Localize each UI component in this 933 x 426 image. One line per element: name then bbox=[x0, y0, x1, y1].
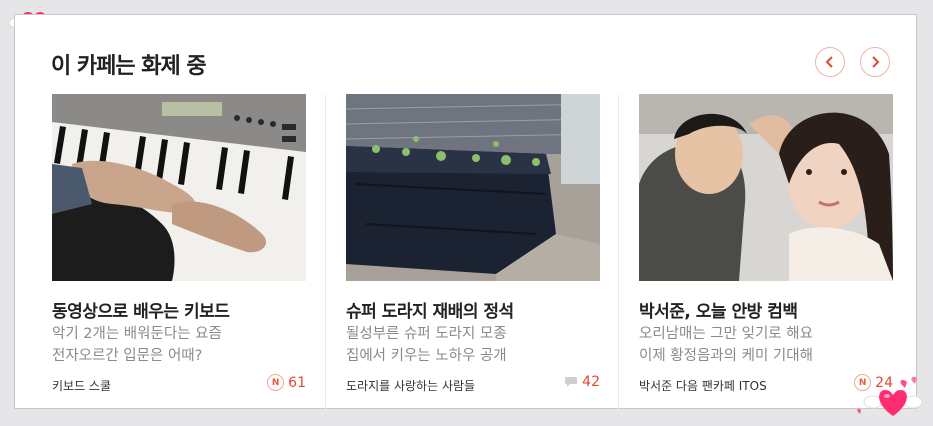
card-stats: 42 bbox=[564, 374, 600, 390]
comment-count: 42 bbox=[582, 374, 600, 390]
comment-icon bbox=[565, 377, 578, 387]
card-description: 될성부른 슈퍼 도라지 모종 집에서 키우는 노하우 공개 bbox=[346, 326, 507, 364]
cafe-card[interactable]: 슈퍼 도라지 재배의 정석 될성부른 슈퍼 도라지 모종 집에서 키우는 노하우… bbox=[346, 94, 600, 393]
cafe-card[interactable]: 동영상으로 배우는 키보드 악기 2개는 배워둔다는 요즘 전자오르간 입문은 … bbox=[52, 94, 306, 393]
cafe-source[interactable]: 도라지를 사랑하는 사람들 bbox=[346, 377, 475, 394]
visit-count: 61 bbox=[288, 374, 306, 391]
bellflower-planting-photo[interactable] bbox=[346, 94, 600, 281]
chevron-left-icon bbox=[825, 56, 833, 68]
keyboard-photo[interactable] bbox=[52, 94, 306, 281]
cafe-card[interactable]: 박서준, 오늘 안방 컴백 오리남매는 그만 잊기로 해요 이제 황정음과의 케… bbox=[639, 94, 893, 393]
card-description: 악기 2개는 배워둔다는 요즘 전자오르간 입문은 어때? bbox=[52, 326, 222, 364]
card-stats: N 61 bbox=[267, 374, 306, 391]
card-title[interactable]: 동영상으로 배우는 키보드 bbox=[52, 297, 230, 322]
divider bbox=[325, 94, 326, 410]
card-description: 오리남매는 그만 잊기로 해요 이제 황정음과의 케미 기대해 bbox=[639, 326, 813, 364]
next-button[interactable] bbox=[860, 47, 890, 77]
trending-cafes-panel: 이 카페는 화제 중 동영상으로 배우는 키보드 악기 2개는 배워둔다는 요즘… bbox=[14, 14, 917, 410]
cafe-source[interactable]: 키보드 스쿨 bbox=[52, 377, 111, 394]
card-title[interactable]: 박서준, 오늘 안방 컴백 bbox=[639, 297, 798, 322]
cafe-source[interactable]: 박서준 다음 팬카페 ITOS bbox=[639, 377, 767, 394]
prev-button[interactable] bbox=[815, 47, 845, 77]
celebrity-selfie-photo[interactable] bbox=[639, 94, 893, 281]
chevron-right-icon bbox=[872, 56, 880, 68]
winged-heart-icon bbox=[857, 376, 923, 416]
divider bbox=[618, 94, 619, 410]
section-title: 이 카페는 화제 중 bbox=[51, 54, 207, 79]
card-title[interactable]: 슈퍼 도라지 재배의 정석 bbox=[346, 297, 514, 322]
n-badge-icon: N bbox=[267, 374, 285, 391]
